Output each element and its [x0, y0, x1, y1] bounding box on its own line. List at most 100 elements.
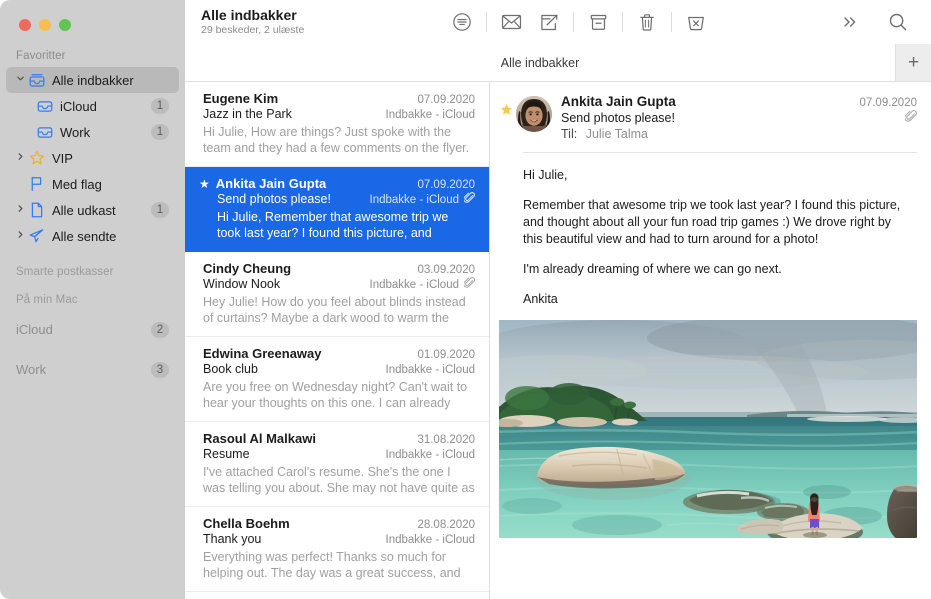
- message-list-item[interactable]: Eugene Kim 26.08.2020 Running article In…: [185, 592, 489, 599]
- message-list-item[interactable]: Cindy Cheung 03.09.2020 Window Nook Indb…: [185, 252, 489, 337]
- message-detail-pane[interactable]: Ankita Jain Gupta 07.09.2020 Send photos…: [490, 82, 931, 599]
- zoom-button[interactable]: [59, 19, 71, 31]
- sidebar-item-all-sent[interactable]: Alle sendte: [6, 223, 179, 249]
- tab-bar: Alle indbakker +: [185, 44, 931, 82]
- detail-sender: Ankita Jain Gupta: [561, 94, 859, 109]
- sidebar-item-work-account[interactable]: Work 3: [0, 356, 185, 383]
- sidebar-item-label: VIP: [52, 151, 151, 166]
- content-split: Eugene Kim 07.09.2020 Jazz in the Park I…: [185, 82, 931, 599]
- sidebar-item-icloud-account[interactable]: iCloud 2: [0, 316, 185, 343]
- trash-icon[interactable]: [628, 7, 666, 37]
- message-list[interactable]: Eugene Kim 07.09.2020 Jazz in the Park I…: [185, 82, 490, 599]
- message-subject: Jazz in the Park: [203, 107, 378, 121]
- message-mailbox: Indbakke - iCloud: [378, 534, 476, 546]
- message-mailbox: Indbakke - iCloud: [362, 279, 460, 291]
- message-preview: Hi Julie, How are things? Just spoke wit…: [203, 124, 475, 156]
- chevron-right-icon[interactable]: [14, 204, 27, 216]
- search-icon[interactable]: [879, 7, 917, 37]
- toolbar-divider: [486, 12, 487, 32]
- message-date: 07.09.2020: [409, 94, 475, 106]
- sidebar-badge: 2: [151, 322, 169, 338]
- sidebar-badge: [151, 228, 169, 244]
- sidebar-item-icloud[interactable]: iCloud 1: [6, 93, 179, 119]
- toolbar-divider: [622, 12, 623, 32]
- toolbar-right: [831, 7, 917, 37]
- message-detail-header: Ankita Jain Gupta 07.09.2020 Send photos…: [490, 82, 931, 141]
- sent-icon: [27, 228, 46, 244]
- sidebar-item-vip[interactable]: VIP: [6, 145, 179, 171]
- sidebar-badge: 1: [151, 98, 169, 114]
- message-preview: Hi Julie, Remember that awesome trip we …: [199, 209, 475, 241]
- detail-subject: Send photos please!: [561, 111, 905, 125]
- message-date: 01.09.2020: [409, 349, 475, 361]
- inbox-icon: [35, 126, 54, 139]
- chevron-right-icon[interactable]: [14, 152, 27, 164]
- toolbar-divider: [671, 12, 672, 32]
- archive-icon[interactable]: [579, 7, 617, 37]
- message-preview: Hey Julie! How do you feel about blinds …: [203, 294, 475, 326]
- sidebar-item-label: iCloud: [60, 99, 151, 114]
- message-subject: Resume: [203, 447, 378, 461]
- minimize-button[interactable]: [39, 19, 51, 31]
- message-list-item[interactable]: Chella Boehm 28.08.2020 Thank you Indbak…: [185, 507, 489, 592]
- message-detail-fields: Ankita Jain Gupta 07.09.2020 Send photos…: [561, 94, 917, 141]
- mail-window: Favoritter Alle indbakker: [0, 0, 931, 599]
- sidebar-item-work[interactable]: Work 1: [6, 119, 179, 145]
- body-paragraph: Ankita: [523, 291, 911, 308]
- message-list-item-selected[interactable]: ★ Ankita Jain Gupta 07.09.2020 Send phot…: [185, 167, 489, 252]
- flag-star-icon[interactable]: [500, 94, 516, 118]
- message-list-item[interactable]: Eugene Kim 07.09.2020 Jazz in the Park I…: [185, 82, 489, 167]
- sidebar-section-on-my-mac: På min Mac: [0, 290, 185, 311]
- body-paragraph: I'm already dreaming of where we can go …: [523, 261, 911, 278]
- message-list-item[interactable]: Rasoul Al Malkawi 31.08.2020 Resume Indb…: [185, 422, 489, 507]
- message-list-item[interactable]: Edwina Greenaway 01.09.2020 Book club In…: [185, 337, 489, 422]
- beach-photo-image: [499, 320, 917, 538]
- inbox-icon: [35, 100, 54, 113]
- message-subject: Send photos please!: [217, 192, 362, 206]
- junk-icon[interactable]: [677, 7, 715, 37]
- sidebar-item-label: Med flag: [52, 177, 151, 192]
- message-mailbox: Indbakke - iCloud: [378, 364, 476, 376]
- message-attachment-photo[interactable]: [499, 320, 917, 538]
- attachment-paperclip-icon: [464, 192, 475, 203]
- chevron-right-icon[interactable]: [14, 230, 27, 242]
- message-sender: Chella Boehm: [203, 516, 409, 531]
- mark-unread-icon[interactable]: [492, 7, 530, 37]
- sidebar-item-label: Work: [60, 125, 151, 140]
- message-date: 07.09.2020: [409, 179, 475, 191]
- message-date: 03.09.2020: [409, 264, 475, 276]
- message-mailbox: Indbakke - iCloud: [362, 194, 460, 206]
- attachment-paperclip-icon[interactable]: [905, 110, 917, 122]
- sidebar-item-label: Alle udkast: [52, 203, 151, 218]
- sidebar-badge: 1: [151, 124, 169, 140]
- message-subject: Book club: [203, 362, 378, 376]
- message-date: 31.08.2020: [409, 434, 475, 446]
- compose-icon[interactable]: [530, 7, 568, 37]
- new-tab-button[interactable]: +: [895, 44, 931, 81]
- sidebar-badge: [151, 150, 169, 166]
- sidebar-item-flagged[interactable]: Med flag: [6, 171, 179, 197]
- sidebar-badge: [151, 72, 169, 88]
- sidebar-badge: 3: [151, 362, 169, 378]
- chevron-down-icon[interactable]: [14, 74, 27, 86]
- sidebar-item-all-drafts[interactable]: Alle udkast 1: [6, 197, 179, 223]
- detail-date: 07.09.2020: [859, 97, 917, 109]
- detail-to-value[interactable]: Julie Talma: [586, 127, 648, 141]
- page-title: Alle indbakker: [201, 7, 381, 23]
- all-inboxes-icon: [27, 73, 46, 87]
- filter-icon[interactable]: [443, 7, 481, 37]
- tab-all-inboxes[interactable]: Alle indbakker: [185, 44, 895, 81]
- message-sender: Eugene Kim: [203, 91, 409, 106]
- message-mailbox: Indbakke - iCloud: [378, 449, 476, 461]
- avatar: [516, 96, 552, 132]
- attachment-paperclip-icon: [464, 277, 475, 288]
- overflow-chevrons-icon[interactable]: [831, 7, 869, 37]
- close-button[interactable]: [19, 19, 31, 31]
- sidebar-badge: 1: [151, 202, 169, 218]
- sidebar-section-favorites: Favoritter: [0, 46, 185, 67]
- sidebar-item-label: Alle sendte: [52, 229, 151, 244]
- message-sender: Edwina Greenaway: [203, 346, 409, 361]
- sidebar-item-all-inboxes[interactable]: Alle indbakker: [6, 67, 179, 93]
- sidebar-item-label: Alle indbakker: [52, 73, 151, 88]
- message-subject: Window Nook: [203, 277, 362, 291]
